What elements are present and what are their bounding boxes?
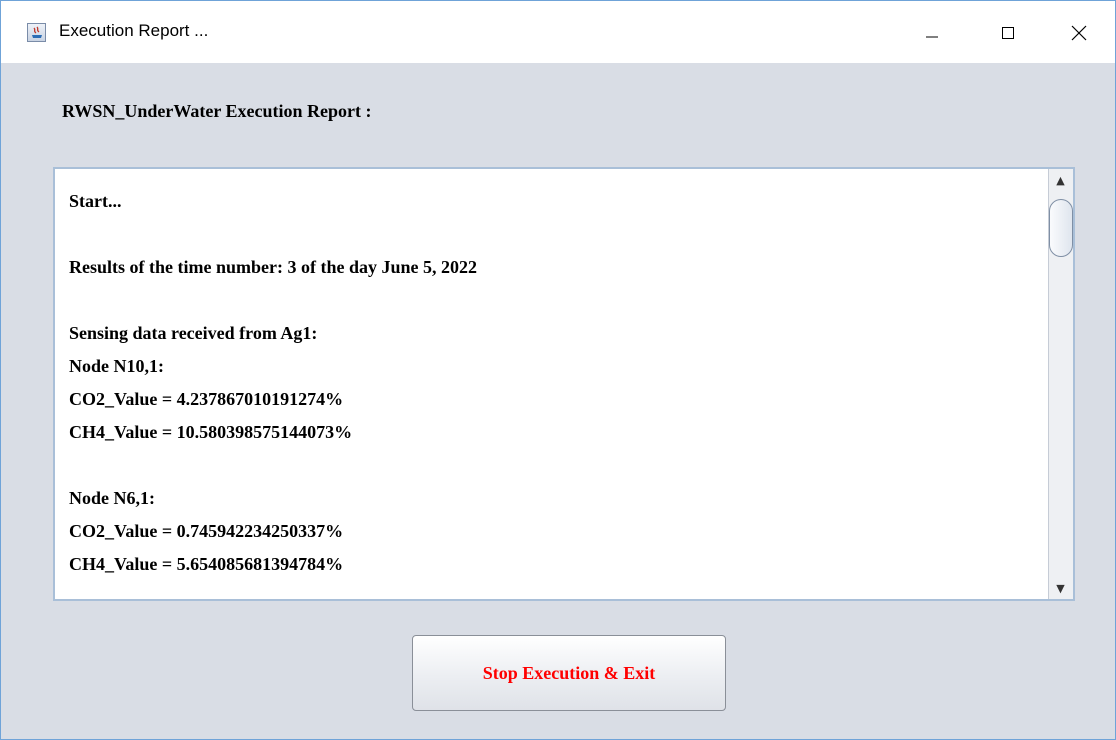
report-line: CO2_Value = 4.237867010191274% [69, 389, 344, 409]
report-line [69, 449, 1039, 482]
title-bar[interactable]: Execution Report ... [1, 1, 1115, 63]
window-title: Execution Report ... [59, 21, 209, 40]
scroll-down-button[interactable]: ▼ [1049, 577, 1072, 599]
report-text-area[interactable]: Start... Results of the time number: 3 of… [53, 167, 1075, 601]
report-line [69, 218, 1039, 251]
report-line: CH4_Value = 10.580398575144073% [69, 422, 353, 442]
report-heading: RWSN_UnderWater Execution Report : [62, 101, 372, 121]
report-line: CH4_Value = 5.654085681394784% [69, 554, 344, 574]
close-icon [1071, 25, 1087, 41]
report-line: Sensing data received from Ag1: [69, 323, 318, 343]
minimize-icon [926, 36, 938, 38]
report-text-content: Start... Results of the time number: 3 of… [69, 185, 1039, 595]
java-app-icon[interactable] [27, 23, 46, 42]
maximize-button[interactable] [985, 11, 1031, 55]
vertical-scrollbar[interactable]: ▲ ▼ [1048, 169, 1073, 599]
report-line: Start... [69, 191, 122, 211]
report-line: Node N10,1: [69, 356, 164, 376]
arrow-up-icon: ▲ [1056, 173, 1065, 187]
report-line: CO2_Value = 0.745942234250337% [69, 521, 344, 541]
report-line: Node N6,1: [69, 488, 155, 508]
maximize-icon [1002, 27, 1014, 39]
stop-execution-exit-button[interactable]: Stop Execution & Exit [412, 635, 726, 711]
scroll-thumb[interactable] [1049, 199, 1073, 257]
arrow-down-icon: ▼ [1056, 581, 1065, 595]
report-line [69, 284, 1039, 317]
close-button[interactable] [1056, 11, 1102, 55]
scroll-up-button[interactable]: ▲ [1049, 169, 1072, 191]
minimize-button[interactable] [909, 11, 955, 55]
execution-report-window: Execution Report ... RWSN_UnderWater Exe… [0, 0, 1116, 740]
report-line: Results of the time number: 3 of the day… [69, 257, 477, 277]
